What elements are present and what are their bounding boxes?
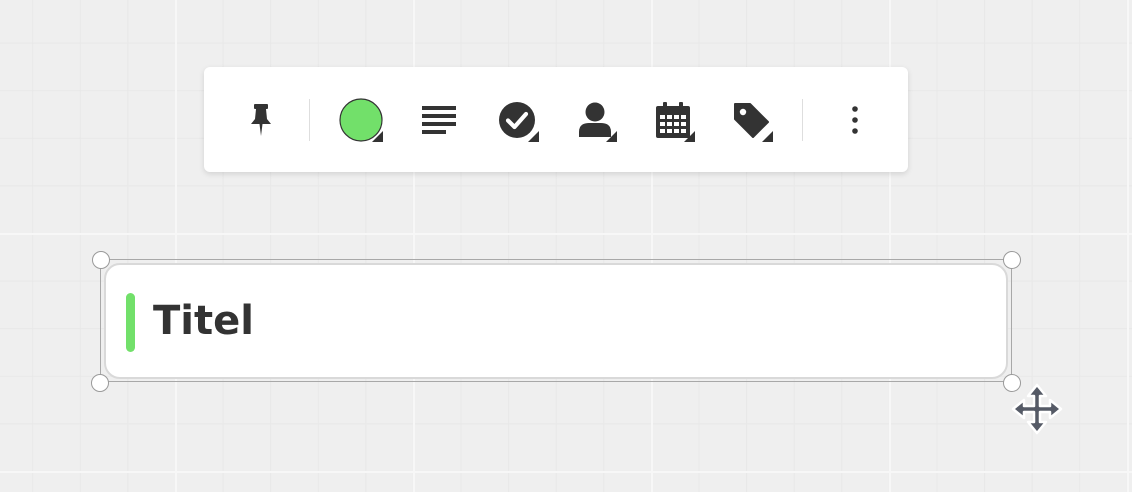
toolbar-divider: [309, 99, 310, 141]
status-button[interactable]: [491, 94, 543, 146]
pin-icon: [251, 104, 271, 136]
dropdown-caret-icon: [762, 131, 773, 142]
pin-button[interactable]: [235, 94, 287, 146]
tags-button[interactable]: [725, 94, 777, 146]
more-options-button[interactable]: [829, 94, 881, 146]
dropdown-caret-icon: [606, 131, 617, 142]
toolbar-divider: [802, 99, 803, 141]
move-cursor-icon: [1011, 383, 1063, 435]
card[interactable]: Titel: [104, 263, 1008, 379]
resize-handle-bottom-left[interactable]: [91, 374, 109, 392]
dropdown-caret-icon: [684, 131, 695, 142]
card-title[interactable]: Titel: [153, 295, 254, 347]
resize-handle-top-right[interactable]: [1003, 251, 1021, 269]
dropdown-caret-icon: [528, 131, 539, 142]
dropdown-caret-icon: [372, 131, 383, 142]
card-toolbar: [204, 67, 908, 172]
assignee-button[interactable]: [569, 94, 621, 146]
card-color-accent: [126, 293, 135, 352]
color-button[interactable]: [335, 94, 387, 146]
due-date-button[interactable]: [647, 94, 699, 146]
text-format-button[interactable]: [413, 94, 465, 146]
text-lines-icon: [422, 106, 456, 134]
resize-handle-top-left[interactable]: [92, 251, 110, 269]
more-vertical-icon: [852, 106, 858, 134]
